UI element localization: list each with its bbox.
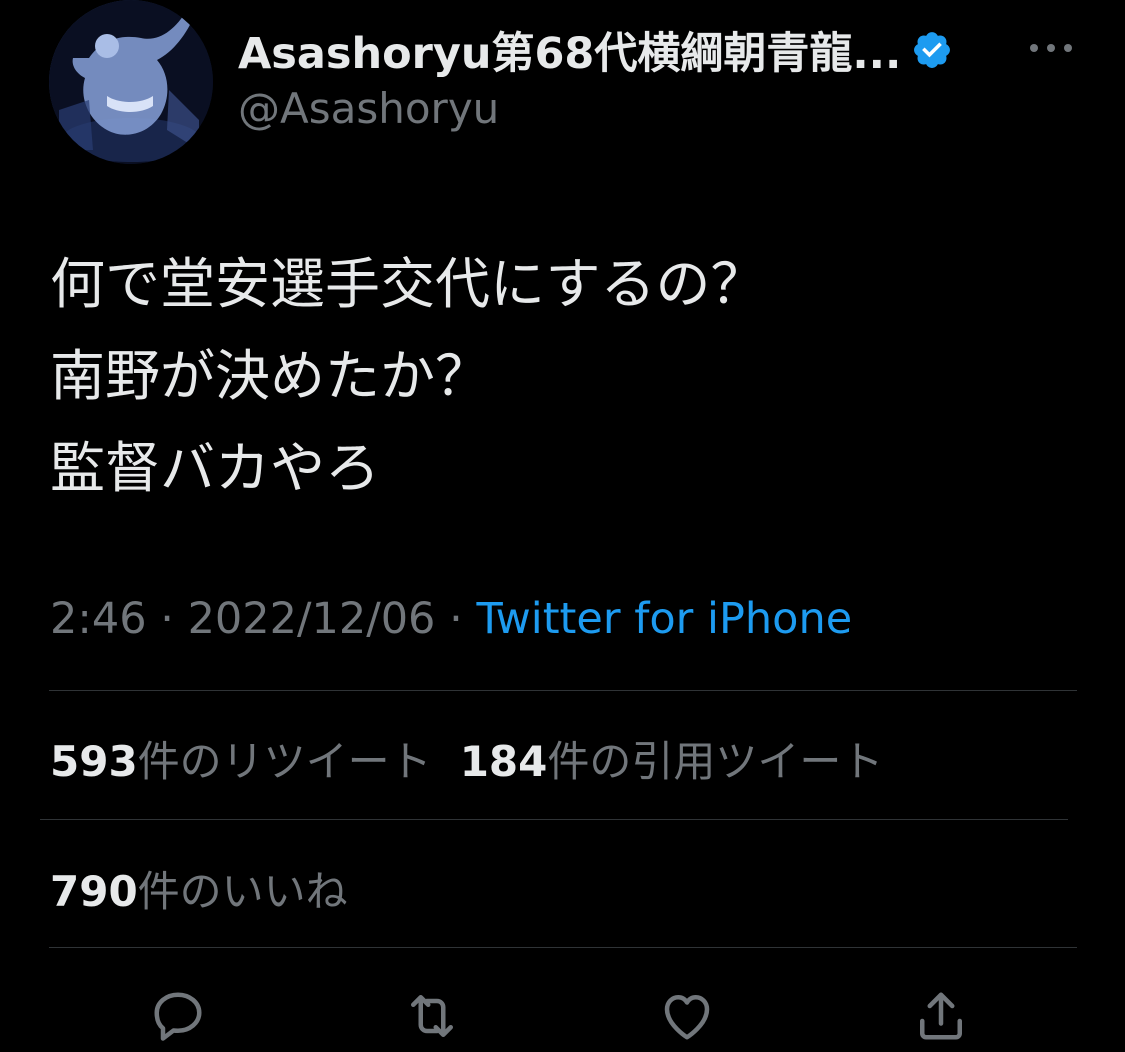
retweet-button[interactable] bbox=[402, 986, 462, 1046]
likes-label: 件のいいね bbox=[137, 867, 348, 916]
heart-icon bbox=[664, 995, 710, 1040]
retweets-stat[interactable]: 593件のリツイート bbox=[50, 728, 432, 789]
tweet-text: 何で堂安選手交代にするの？ 南野が決めたか？ 監督バカやろ bbox=[50, 238, 1070, 514]
share-icon bbox=[920, 992, 962, 1040]
sumo-wrestler-photo-icon bbox=[49, 0, 213, 164]
author-avatar[interactable] bbox=[49, 0, 213, 164]
likes-stat[interactable]: 790件のいいね bbox=[50, 858, 348, 919]
quotes-stat[interactable]: 184件の引用ツイート bbox=[460, 728, 884, 789]
retweets-count: 593 bbox=[50, 737, 138, 786]
likes-count: 790 bbox=[50, 867, 138, 916]
verified-badge-icon bbox=[911, 29, 953, 71]
tweet-source[interactable]: Twitter for iPhone bbox=[476, 594, 852, 644]
quotes-count: 184 bbox=[459, 737, 548, 786]
tweet-date[interactable]: 2022/12/06 bbox=[188, 594, 436, 644]
more-options-icon[interactable] bbox=[1028, 38, 1074, 58]
retweet-icon bbox=[411, 995, 453, 1037]
tweet-line: 何で堂安選手交代にするの？ bbox=[50, 252, 766, 316]
divider bbox=[49, 690, 1077, 691]
stats-row: 593件のリツイート 184件の引用ツイート bbox=[50, 728, 883, 789]
retweets-label: 件のリツイート bbox=[137, 737, 432, 786]
meta-separator: · bbox=[160, 594, 188, 644]
tweet-line: 南野が決めたか？ bbox=[50, 344, 491, 408]
reply-button[interactable] bbox=[148, 986, 208, 1046]
author-name-row[interactable]: Asashoryu第68代横綱朝青龍... bbox=[238, 19, 953, 81]
like-button[interactable] bbox=[657, 986, 717, 1046]
quotes-label: 件の引用ツイート bbox=[547, 737, 884, 786]
tweet-time[interactable]: 2:46 bbox=[50, 594, 147, 644]
reply-icon bbox=[154, 992, 202, 1041]
tweet-line: 監督バカやろ bbox=[50, 436, 381, 500]
divider bbox=[49, 947, 1077, 948]
divider bbox=[40, 819, 1068, 820]
share-button[interactable] bbox=[911, 986, 971, 1046]
author-display-name[interactable]: Asashoryu第68代横綱朝青龍... bbox=[238, 19, 901, 81]
meta-separator: · bbox=[449, 594, 477, 644]
tweet-meta: 2:46 · 2022/12/06 · Twitter for iPhone bbox=[50, 594, 852, 644]
author-handle[interactable]: @Asashoryu bbox=[238, 84, 499, 133]
